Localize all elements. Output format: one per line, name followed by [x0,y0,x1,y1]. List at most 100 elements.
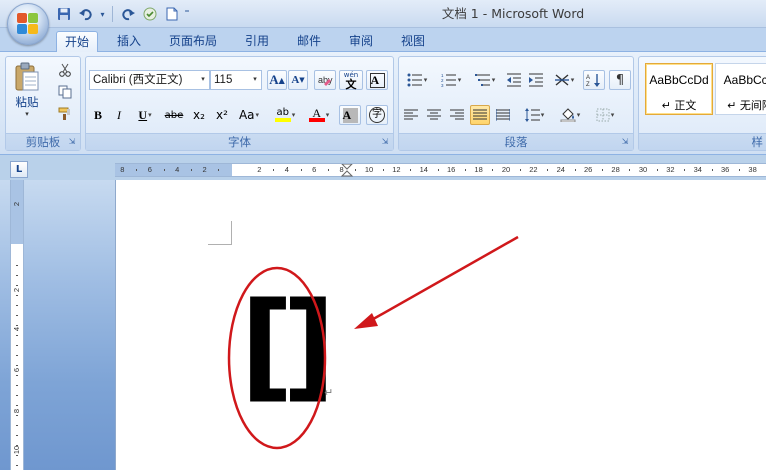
font-launcher-icon[interactable]: ⇲ [380,137,390,147]
underline-button[interactable]: U ▾ [132,105,158,125]
style-no-spacing-label: ↵ 无间隔 [727,99,766,112]
line-spacing-button[interactable]: ▾ [519,105,549,125]
tab-page-layout[interactable]: 页面布局 [160,31,226,53]
tab-view[interactable]: 视图 [392,31,434,53]
highlight-button[interactable]: ab ▾ [269,105,301,125]
font-color-dropdown-icon[interactable]: ▾ [326,111,330,119]
tab-mailings[interactable]: 邮件 [288,31,330,53]
strikethrough-button[interactable]: abe [162,105,186,125]
cut-button[interactable] [54,60,76,80]
bullets-button[interactable]: ▾ [401,70,433,90]
tab-home[interactable]: 开始 [56,31,98,53]
ruler-tick-label: 8 [339,165,344,174]
document-page[interactable]: [ ] ↵ [115,180,766,470]
vertical-ruler-tick-dot [16,465,18,466]
shading-dropdown-icon[interactable]: ▾ [577,111,581,119]
ruler-tick-dot [382,169,384,171]
font-color-icon: A [308,107,325,122]
font-group-label: 字体 [86,133,393,150]
font-size-combo[interactable]: 115 ▾ [210,70,262,90]
vertical-ruler-tick-dot [16,315,18,316]
italic-button[interactable]: I [110,105,128,125]
tab-review[interactable]: 审阅 [340,31,382,53]
vertical-ruler-tick-dot [16,445,18,446]
align-left-button[interactable] [401,105,421,125]
format-painter-button[interactable] [54,104,76,124]
vertical-ruler-tick-dot [16,355,18,356]
paste-button[interactable]: 粘贴 ▾ [10,60,44,120]
phonetic-guide-button[interactable]: wén 文 [339,70,363,90]
ruler-tick-label: 12 [392,165,401,174]
change-case-dropdown-icon[interactable]: ▾ [256,111,260,119]
ruler-tick-label: 6 [312,165,317,174]
ruler-tick-label: 20 [501,165,511,174]
sort-button[interactable]: AZ [583,70,605,90]
style-no-spacing[interactable]: AaBbCcD ↵ 无间隔 [715,63,766,115]
multilevel-list-icon [474,74,490,86]
ruler-tick-label: 18 [474,165,483,174]
style-normal[interactable]: AaBbCcDd ↵ 正文 [645,63,713,115]
change-case-button[interactable]: Aa ▾ [235,105,263,125]
clipboard-launcher-icon[interactable]: ⇲ [67,137,77,147]
show-hide-marks-button[interactable]: ¶ [609,70,631,90]
grow-font-button[interactable]: A ▲ [267,70,287,90]
highlight-icon: ab [274,108,291,122]
ruler-tick-dot [273,169,275,171]
grow-font-icon: A [269,72,279,87]
tab-insert[interactable]: 插入 [108,31,150,53]
font-color-button[interactable]: A ▾ [304,105,334,125]
shrink-font-button[interactable]: A ▼ [288,70,308,90]
underline-icon: U [138,107,148,122]
vertical-ruler-tick-dot [16,285,18,286]
numbering-icon: 123 [441,73,456,87]
character-shading-icon: A [342,107,358,123]
horizontal-ruler[interactable]: 8 6 4 2 2 4 6 8 10 12 14 16 18 20 22 24 26 28 30 32 34 36 38 [115,163,766,177]
character-border-button[interactable]: A [366,70,388,90]
decrease-indent-button[interactable] [504,70,524,90]
increase-indent-button[interactable] [526,70,546,90]
title-bar: ▾ ⁼ 文档 1 - Microsoft Word [0,0,766,28]
font-size-dropdown-icon[interactable]: ▾ [249,71,261,89]
paste-dropdown-icon: ▾ [25,110,29,118]
copy-button[interactable] [54,82,76,102]
multilevel-list-dropdown-icon[interactable]: ▾ [492,76,496,84]
underline-dropdown-icon[interactable]: ▾ [148,111,152,119]
ruler-tick-label: 6 [147,165,152,174]
align-center-button[interactable] [424,105,444,125]
tab-references[interactable]: 引用 [236,31,278,53]
office-button[interactable] [7,3,49,45]
bullets-dropdown-icon[interactable]: ▾ [424,76,428,84]
line-spacing-icon [524,108,540,122]
multilevel-list-button[interactable]: ▾ [469,70,501,90]
subscript-button[interactable]: x₂ [189,105,209,125]
chinese-layout-dropdown-icon[interactable]: ▾ [571,76,575,84]
bullets-icon [407,73,422,87]
borders-button[interactable]: ▾ [589,105,621,125]
vertical-ruler[interactable]: 2 2 4 6 8 10 [10,180,24,470]
chinese-layout-button[interactable]: ▾ [549,70,579,90]
tab-selector-button[interactable]: L [10,161,28,178]
vertical-ruler-tick-dot [16,325,18,326]
vertical-ruler-tick-dot [16,375,18,376]
distributed-button[interactable] [493,105,513,125]
ruler-row: L 8 6 4 2 2 4 6 8 10 12 14 16 18 20 22 24 26 28 30 32 34 36 38 [0,156,766,180]
align-right-button[interactable] [447,105,467,125]
numbering-dropdown-icon[interactable]: ▾ [458,76,462,84]
numbering-button[interactable]: 1 2 3 ▾ [435,70,467,90]
ruler-tick-dot [684,169,686,171]
borders-dropdown-icon[interactable]: ▾ [611,111,615,119]
ruler-tick-label: 30 [638,165,648,174]
font-name-combo[interactable]: Calibri (西文正文) ▾ [89,70,210,90]
bold-button[interactable]: B [89,105,107,125]
paragraph-launcher-icon[interactable]: ⇲ [620,137,630,147]
ruler-tick-dot [519,169,521,171]
font-name-dropdown-icon[interactable]: ▾ [197,71,209,89]
justify-button[interactable] [470,105,490,125]
highlight-dropdown-icon[interactable]: ▾ [292,111,296,119]
line-spacing-dropdown-icon[interactable]: ▾ [541,111,545,119]
clear-format-button[interactable]: aby [314,70,336,90]
character-shading-button[interactable]: A [339,105,361,125]
superscript-button[interactable]: x² [212,105,232,125]
enclose-characters-button[interactable]: 字 [366,105,388,125]
shading-button[interactable]: ▾ [554,105,586,125]
